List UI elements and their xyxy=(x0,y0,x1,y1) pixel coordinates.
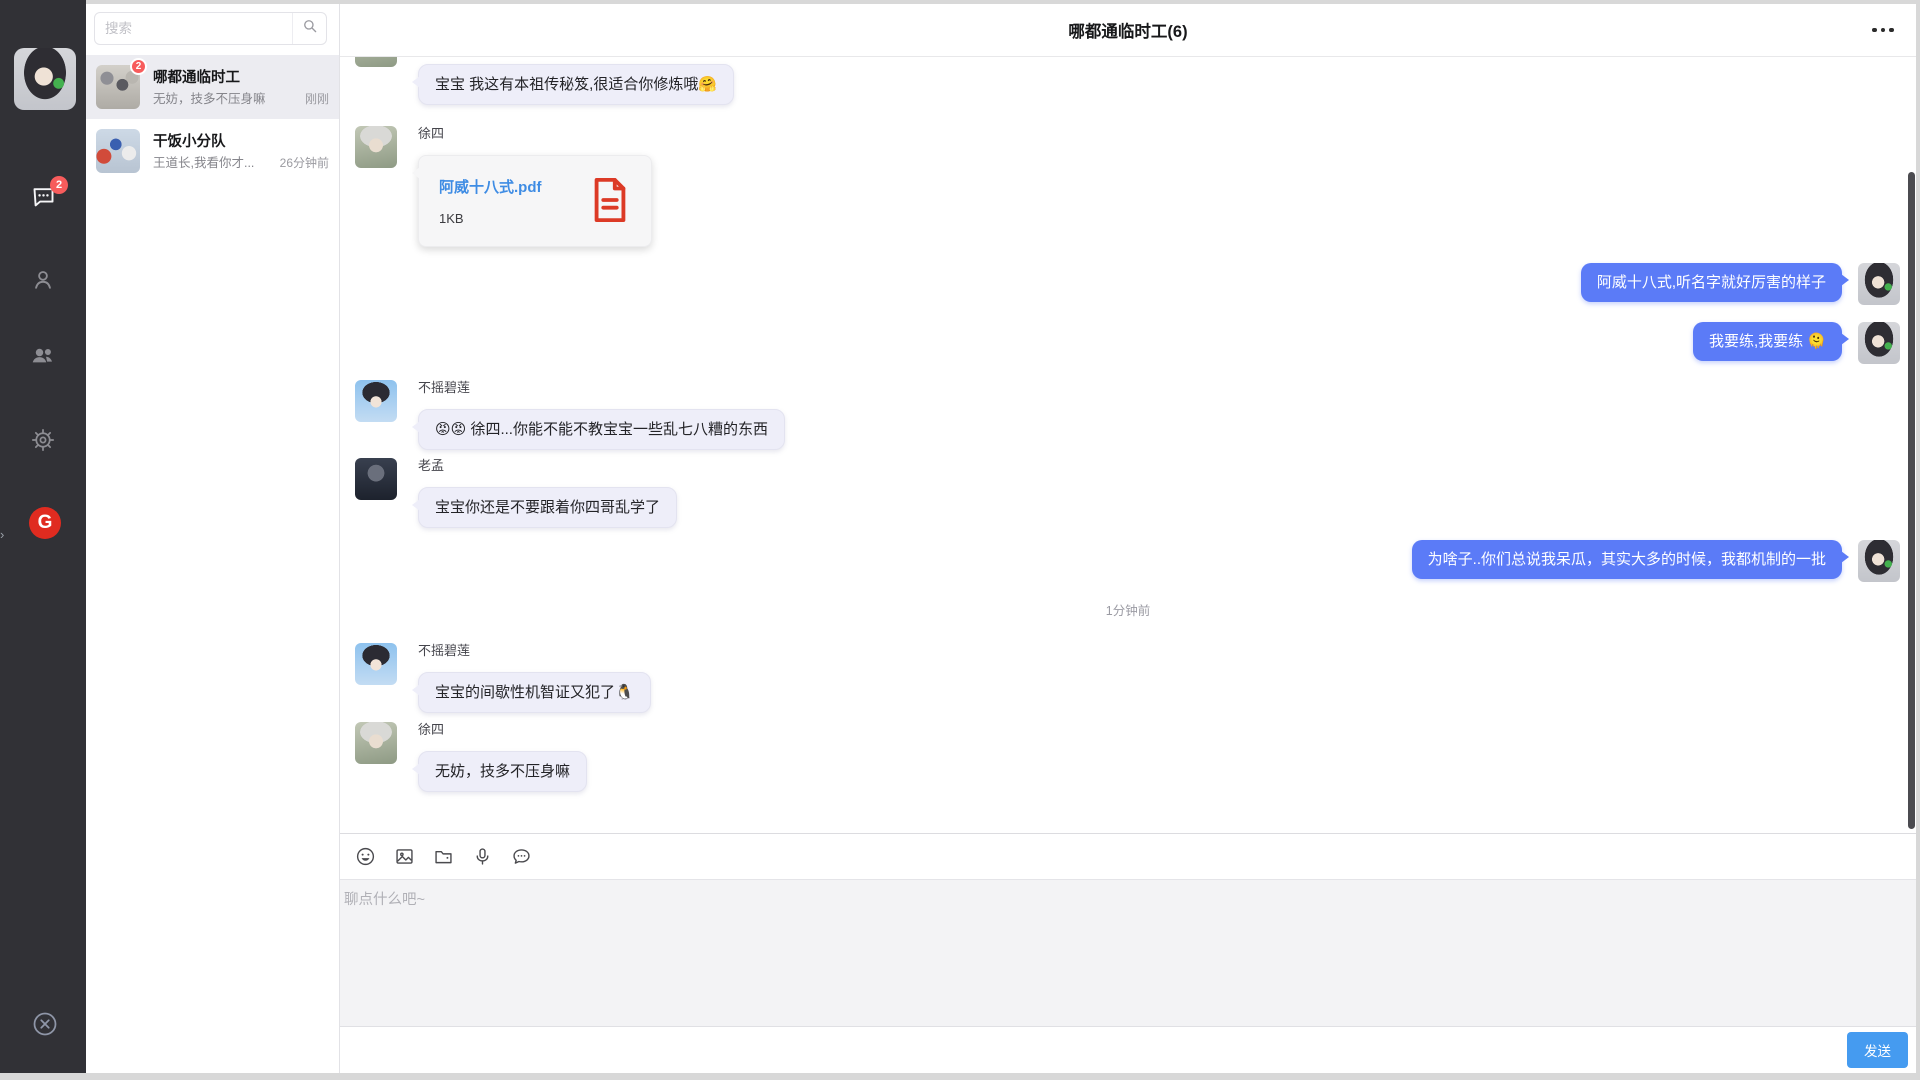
message-author: 不摇碧莲 xyxy=(418,380,785,400)
search-input[interactable] xyxy=(95,21,292,36)
chat-header: 哪都通临时工(6) xyxy=(340,4,1916,57)
scrollbar-thumb[interactable] xyxy=(1908,172,1915,829)
more-dots-icon xyxy=(1872,28,1877,33)
composer: 发送 xyxy=(340,833,1916,1073)
emoji-icon[interactable] xyxy=(352,844,378,870)
image-icon[interactable] xyxy=(391,844,417,870)
group-avatar: 2 xyxy=(96,65,140,109)
message-bubble: 阿威十八式,听名字就好厉害的样子 xyxy=(1581,263,1842,302)
file-attachment-card[interactable]: 阿威十八式.pdf1KB xyxy=(418,155,652,247)
message-avatar[interactable] xyxy=(1858,263,1900,305)
search-button[interactable] xyxy=(292,13,326,44)
app-logo-g[interactable]: G xyxy=(29,507,61,539)
message-avatar[interactable] xyxy=(355,57,397,67)
message-row: 老孟宝宝你还是不要跟着你四哥乱学了 xyxy=(355,458,1916,528)
chat-list-item[interactable]: 干饭小分队王道长,我看你才... 26分钟前 xyxy=(86,119,339,183)
unread-badge: 2 xyxy=(130,58,147,75)
chat-item-title: 哪都通临时工 xyxy=(153,66,329,87)
chat-pane: 哪都通临时工(6) 徐四宝宝 我这有本祖传秘笈,很适合你修炼哦🤗徐四阿威十八式.… xyxy=(340,4,1916,1073)
sidebar-item-groups[interactable] xyxy=(0,332,86,384)
sidebar-item-contacts[interactable] xyxy=(0,256,86,308)
time-divider-label: 1分钟前 xyxy=(1106,600,1150,619)
chat-list-pane: 2 哪都通临时工无妨，技多不压身嘛刚刚干饭小分队王道长,我看你才... 26分钟前 xyxy=(86,4,340,1073)
message-bubble: 宝宝的间歇性机智证又犯了🐧 xyxy=(418,672,651,713)
message-bubble: 宝宝 我这有本祖传秘笈,很适合你修炼哦🤗 xyxy=(418,64,734,105)
message-avatar[interactable] xyxy=(355,643,397,685)
sms-bubble-icon[interactable] xyxy=(508,844,534,870)
message-author: 老孟 xyxy=(418,458,677,478)
message-author: 徐四 xyxy=(418,126,652,146)
chat-item-last-message: 无妨，技多不压身嘛 xyxy=(153,88,299,107)
search-icon xyxy=(301,17,319,40)
chat-title: 哪都通临时工(6) xyxy=(1068,18,1187,42)
message-avatar[interactable] xyxy=(1858,540,1900,582)
chat-list-item[interactable]: 2 哪都通临时工无妨，技多不压身嘛刚刚 xyxy=(86,55,339,119)
message-bubble: 我要练,我要练 🫠 xyxy=(1693,322,1842,361)
message-row: 徐四无妨，技多不压身嘛 xyxy=(355,722,1916,792)
file-name: 阿威十八式.pdf xyxy=(439,176,579,197)
folder-icon[interactable] xyxy=(430,844,456,870)
gear-icon xyxy=(30,427,56,458)
message-row: 我要练,我要练 🫠 xyxy=(355,322,1916,364)
more-menu-button[interactable] xyxy=(1866,17,1900,43)
message-bubble: 无妨，技多不压身嘛 xyxy=(418,751,587,792)
chat-item-time: 26分钟前 xyxy=(280,154,329,171)
send-row: 发送 xyxy=(340,1026,1916,1072)
send-button[interactable]: 发送 xyxy=(1847,1032,1908,1068)
message-avatar[interactable] xyxy=(355,458,397,500)
sidebar-item-chats[interactable] xyxy=(0,173,86,225)
composer-toolbar xyxy=(340,834,1916,880)
chat-item-time: 刚刚 xyxy=(305,90,329,107)
circle-x-icon xyxy=(31,1025,59,1042)
group-icon xyxy=(29,342,57,375)
message-input-area xyxy=(340,880,1916,1026)
message-row: 徐四宝宝 我这有本祖传秘笈,很适合你修炼哦🤗 xyxy=(355,57,1916,105)
microphone-icon[interactable] xyxy=(469,844,495,870)
message-input[interactable] xyxy=(340,880,1916,1026)
message-bubble: 宝宝你还是不要跟着你四哥乱学了 xyxy=(418,487,677,528)
chat-list: 2 哪都通临时工无妨，技多不压身嘛刚刚干饭小分队王道长,我看你才... 26分钟前 xyxy=(86,55,339,183)
logout-button[interactable] xyxy=(31,1010,59,1043)
message-avatar[interactable] xyxy=(355,380,397,422)
sidebar-item-settings[interactable] xyxy=(0,416,86,468)
message-avatar[interactable] xyxy=(1858,322,1900,364)
message-author: 不摇碧莲 xyxy=(418,643,651,663)
unread-badge: 2 xyxy=(50,176,68,194)
message-avatar[interactable] xyxy=(355,126,397,168)
message-author: 徐四 xyxy=(418,722,587,742)
sidebar-rail: 2 xyxy=(0,0,86,1073)
message-bubble: 😡😡 徐四...你能不能不教宝宝一些乱七八糟的东西 xyxy=(418,409,785,450)
group-avatar xyxy=(96,129,140,173)
chat-item-last-message: 王道长,我看你才... xyxy=(153,152,274,171)
message-bubble: 为啥子..你们总说我呆瓜，其实大多的时候，我都机制的一批 xyxy=(1412,540,1842,579)
chat-item-title: 干饭小分队 xyxy=(153,130,329,151)
message-row: 不摇碧莲 😡😡 徐四...你能不能不教宝宝一些乱七八糟的东西 xyxy=(355,380,1916,450)
app-window: 2 xyxy=(0,0,1916,1073)
search-box xyxy=(94,12,327,45)
time-divider: 1分钟前 xyxy=(355,600,1916,619)
person-icon xyxy=(30,267,56,298)
collapse-handle-icon[interactable]: › xyxy=(0,528,4,541)
pdf-file-icon xyxy=(587,174,633,226)
message-list: 徐四宝宝 我这有本祖传秘笈,很适合你修炼哦🤗徐四阿威十八式.pdf1KB阿威十八… xyxy=(340,57,1916,833)
user-avatar[interactable] xyxy=(14,48,76,110)
message-row: 为啥子..你们总说我呆瓜，其实大多的时候，我都机制的一批 xyxy=(355,540,1916,582)
message-row: 徐四阿威十八式.pdf1KB xyxy=(355,126,1916,247)
message-avatar[interactable] xyxy=(355,722,397,764)
message-row: 不摇碧莲宝宝的间歇性机智证又犯了🐧 xyxy=(355,643,1916,713)
message-row: 阿威十八式,听名字就好厉害的样子 xyxy=(355,263,1916,305)
